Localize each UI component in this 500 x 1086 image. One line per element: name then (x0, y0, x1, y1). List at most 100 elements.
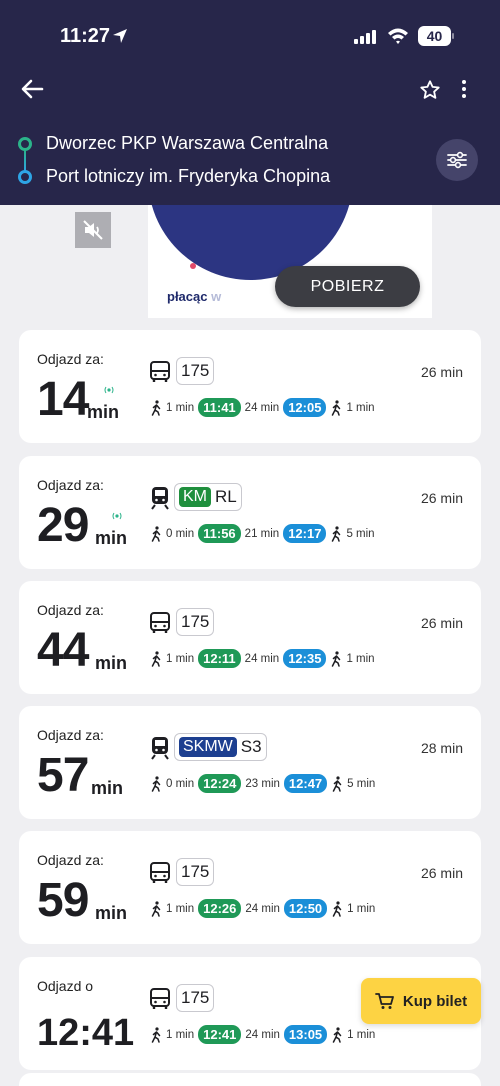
train-icon (151, 737, 169, 760)
origin-dot-icon (18, 137, 32, 151)
destination-dot-icon (18, 170, 32, 184)
arrival-time-chip: 12:47 (283, 774, 328, 793)
departure-time-chip: 12:24 (198, 774, 242, 793)
walk-icon (332, 399, 341, 416)
cellular-signal-icon (354, 30, 376, 44)
walk-start-time: 1 min (166, 902, 195, 915)
bus-icon (150, 612, 170, 633)
ride-time: 24 min (244, 401, 280, 414)
connection-card[interactable]: Odjazd za: 14 min 175 26 min 1 min 11:41… (19, 330, 481, 443)
line-number: S3 (240, 737, 262, 756)
departure-label: Odjazd o (37, 978, 94, 994)
connection-card[interactable]: Odjazd za: 29 min KM RL 26 min 0 min 11:5… (19, 456, 481, 569)
trip-duration: 26 min (420, 364, 463, 380)
more-options-icon[interactable] (457, 78, 471, 100)
line-badge: 175 (176, 357, 215, 385)
line-badge: KM RL (174, 483, 242, 511)
departure-label: Odjazd za: (37, 852, 104, 868)
cart-icon (375, 993, 394, 1009)
trip-timeline: 1 min 11:41 24 min 12:05 1 min (150, 398, 375, 417)
ride-time: 24 min (245, 902, 280, 915)
departure-minutes: 59 (37, 874, 89, 927)
ride-time: 21 min (244, 527, 280, 540)
trip-timeline: 0 min 11:56 21 min 12:17 5 min (150, 524, 375, 543)
arrival-time-chip: 12:35 (283, 649, 327, 668)
departure-unit: min (95, 528, 128, 548)
departure-minutes: 29 (37, 499, 89, 552)
walk-icon (332, 775, 342, 792)
departure-minutes: 57 (37, 749, 89, 802)
walk-icon (332, 650, 341, 667)
arrival-time-chip: 12:05 (283, 398, 327, 417)
walk-icon (332, 900, 342, 917)
walk-start-time: 1 min (166, 652, 195, 665)
trip-timeline: 1 min 12:26 24 min 12:50 1 min (150, 899, 375, 918)
walk-icon (151, 900, 161, 917)
walk-start-time: 0 min (166, 777, 195, 790)
walk-icon (332, 525, 341, 542)
favorite-star-icon[interactable] (419, 79, 441, 101)
ad-download-button[interactable]: POBIERZ (275, 266, 420, 307)
carrier-chip: KM (179, 487, 211, 507)
status-time: 11:27 (60, 25, 111, 47)
bus-icon (150, 361, 170, 382)
walk-end-time: 5 min (347, 777, 376, 790)
departure-minutes: 44 (37, 624, 89, 677)
arrival-time-chip: 12:17 (283, 524, 327, 543)
buy-ticket-button[interactable]: Kup bilet (361, 978, 481, 1024)
departure-label: Odjazd za: (37, 602, 104, 618)
ad-text: płacąc w (167, 289, 222, 304)
line-badge: 175 (176, 858, 215, 886)
back-arrow-icon[interactable] (20, 78, 44, 100)
trip-duration: 26 min (420, 490, 463, 506)
connection-card[interactable]: Odjazd za: 59 min 175 26 min 1 min 12:26… (19, 831, 481, 944)
line-badge: 175 (176, 608, 215, 636)
walk-icon (151, 775, 161, 792)
line-number: 175 (181, 988, 210, 1007)
connection-card[interactable]: Odjazd za: 57 min SKMW S3 28 min 0 min 12… (19, 706, 481, 819)
ride-time: 23 min (245, 777, 280, 790)
walk-end-time: 1 min (346, 652, 375, 665)
departure-time-chip: 12:41 (198, 1025, 242, 1044)
ride-time: 24 min (245, 1028, 280, 1041)
walk-end-time: 1 min (347, 902, 376, 915)
departure-unit: min (91, 778, 124, 798)
departure-time-chip: 11:41 (198, 398, 241, 417)
realtime-signal-icon (104, 386, 114, 394)
departure-time-chip: 11:56 (198, 524, 241, 543)
departure-minutes: 14 (37, 373, 89, 426)
departure-time-chip: 12:11 (198, 649, 241, 668)
next-connection-card-peek[interactable] (19, 1073, 481, 1086)
carrier-chip: SKMW (179, 737, 237, 757)
mute-button[interactable] (75, 212, 111, 248)
arrival-time-chip: 12:50 (283, 899, 328, 918)
departure-unit: min (87, 402, 120, 422)
walk-start-time: 1 min (166, 1028, 195, 1041)
connection-card[interactable]: Odjazd za: 44 min 175 26 min 1 min 12:11… (19, 581, 481, 694)
trip-duration: 26 min (420, 865, 463, 881)
departure-unit: min (95, 903, 128, 923)
departure-label: Odjazd za: (37, 477, 104, 493)
trip-timeline: 1 min 12:41 24 min 13:05 1 min (150, 1025, 375, 1044)
location-arrow-icon (113, 29, 127, 43)
wifi-icon (388, 28, 408, 44)
walk-end-time: 1 min (346, 401, 375, 414)
walk-start-time: 0 min (166, 527, 195, 540)
destination-stop: Port lotniczy im. Fryderyka Chopina (46, 166, 331, 186)
trip-timeline: 0 min 12:24 23 min 12:47 5 min (150, 774, 375, 793)
trip-duration: 26 min (420, 615, 463, 631)
filter-settings-button[interactable] (436, 139, 478, 181)
bus-icon (150, 862, 170, 883)
walk-icon (332, 1026, 342, 1043)
departure-clock-time: 12:41 (37, 1012, 135, 1054)
ride-time: 24 min (244, 652, 280, 665)
line-badge: SKMW S3 (174, 733, 267, 761)
walk-icon (151, 650, 161, 667)
route-connector (24, 150, 26, 172)
line-number: RL (215, 487, 237, 506)
arrival-time-chip: 13:05 (283, 1025, 328, 1044)
line-number: 175 (181, 862, 210, 881)
walk-icon (151, 1026, 161, 1043)
walk-start-time: 1 min (166, 401, 195, 414)
line-badge: 175 (176, 984, 215, 1012)
